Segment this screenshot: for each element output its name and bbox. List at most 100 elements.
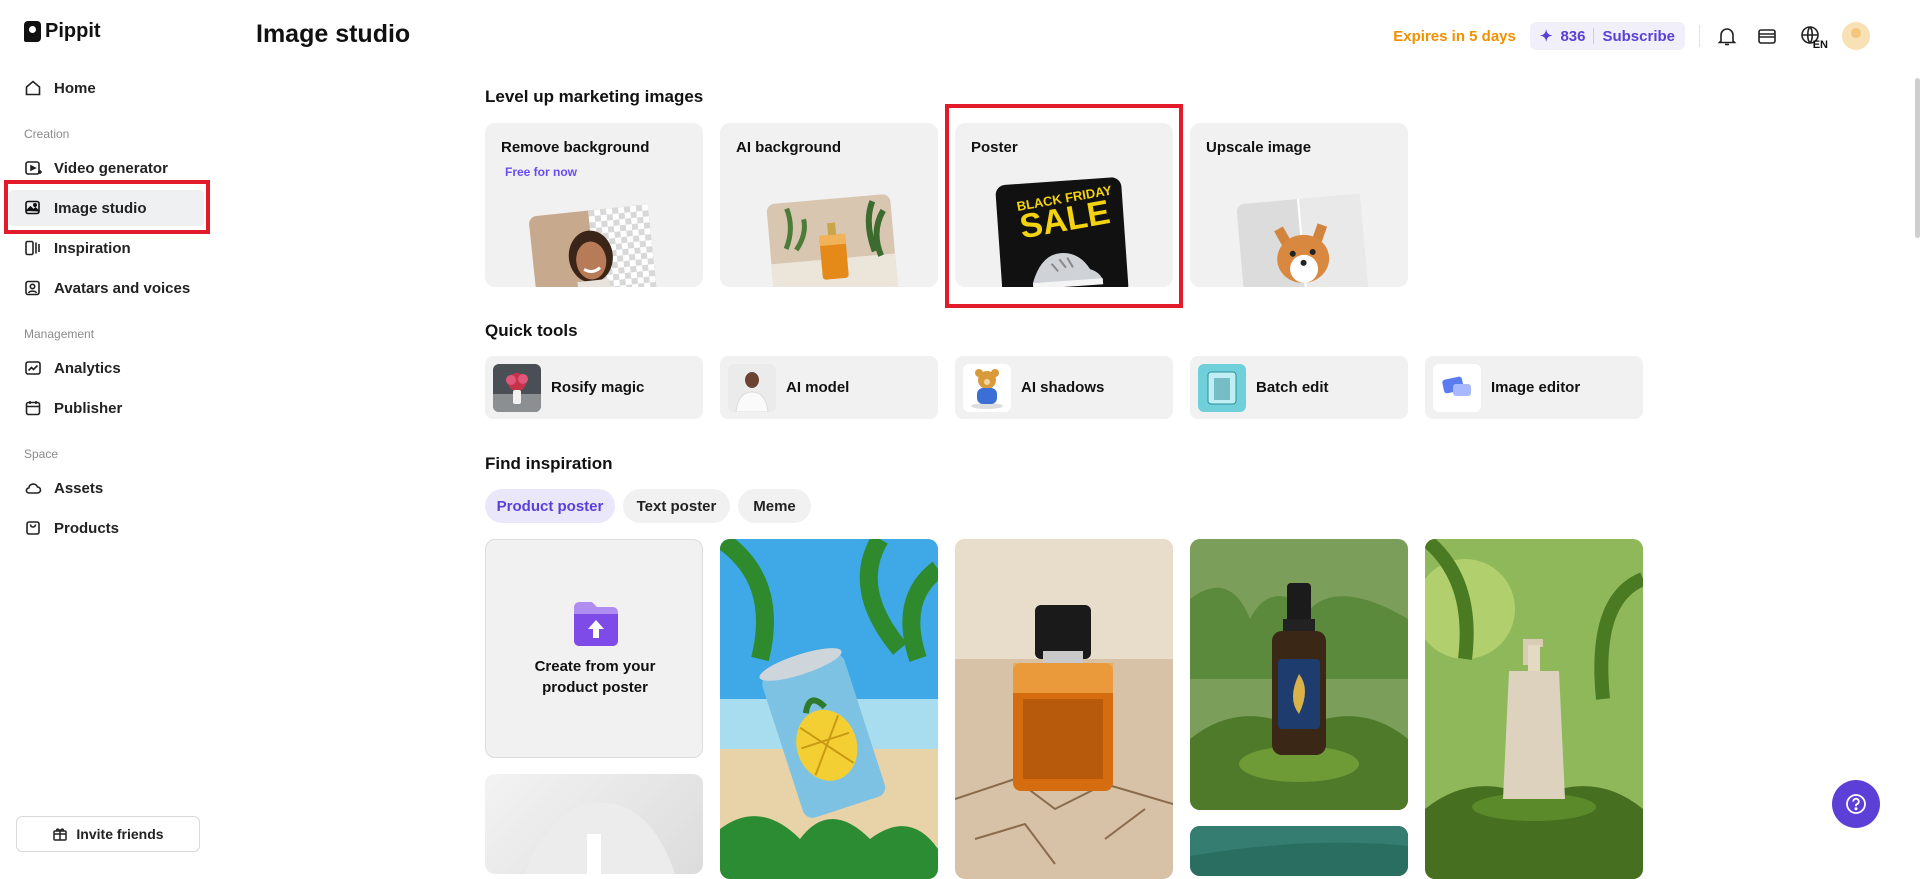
remove-background-preview-image — [529, 204, 658, 287]
tool-label: Rosify magic — [551, 379, 645, 396]
section-title-marketing: Level up marketing images — [485, 87, 704, 106]
calendar-icon — [24, 399, 42, 417]
home-icon — [24, 79, 42, 97]
sidebar-item-label: Video generator — [54, 159, 168, 177]
sidebar-item-home[interactable]: Home — [24, 70, 204, 106]
gift-icon — [52, 826, 68, 842]
sidebar-item-label: Inspiration — [54, 239, 131, 257]
gallery-image — [525, 802, 675, 874]
user-avatar[interactable] — [1842, 22, 1870, 50]
card-upscale-image[interactable]: Upscale image — [1190, 123, 1408, 287]
section-label-space: Space — [24, 447, 59, 461]
tool-label: Image editor — [1491, 379, 1581, 396]
gallery-image — [1425, 539, 1643, 879]
help-button[interactable] — [1832, 780, 1880, 828]
tool-rosify-magic[interactable]: Rosify magic — [485, 356, 703, 419]
section-title-quick-tools: Quick tools — [485, 321, 578, 340]
trial-expires-label[interactable]: Expires in 5 days — [1393, 28, 1516, 45]
sidebar-item-label: Avatars and voices — [54, 279, 191, 297]
video-plus-icon — [24, 159, 42, 177]
upscale-preview-image — [1236, 193, 1370, 287]
tool-ai-shadows[interactable]: AI shadows — [955, 356, 1173, 419]
tool-label: AI model — [786, 379, 850, 396]
card-title: Remove background — [501, 139, 650, 156]
sidebar-item-products[interactable]: Products — [24, 510, 204, 546]
folder-upload-icon — [574, 602, 618, 646]
sidebar-item-inspiration[interactable]: Inspiration — [24, 230, 204, 266]
language-code: EN — [1812, 39, 1828, 51]
sneaker-image — [1032, 253, 1104, 287]
gallery-item-dropper-bottle[interactable] — [1190, 539, 1408, 810]
credits-count: 836 — [1560, 27, 1586, 45]
gallery-image — [955, 539, 1173, 879]
sidebar: Pippit Home Creation Video generator Ima… — [0, 0, 214, 862]
tool-batch-edit[interactable]: Batch edit — [1190, 356, 1408, 419]
sidebar-item-label: Products — [54, 519, 120, 537]
card-ai-background[interactable]: AI background — [720, 123, 938, 287]
sidebar-item-assets[interactable]: Assets — [24, 470, 204, 506]
invite-friends-label: Invite friends — [76, 826, 164, 842]
page-title: Image studio — [256, 20, 411, 48]
divider — [1699, 25, 1700, 47]
gallery-image — [720, 539, 938, 879]
product-box-icon — [24, 519, 42, 537]
gallery-image — [1190, 826, 1408, 876]
tool-ai-model[interactable]: AI model — [720, 356, 938, 419]
page-scrollbar[interactable] — [1915, 78, 1920, 238]
top-right-actions: Expires in 5 days ✦ 836 Subscribe EN — [1393, 22, 1870, 51]
pippit-logo-icon — [24, 21, 41, 42]
chip-text-poster[interactable]: Text poster — [623, 489, 730, 523]
inspiration-icon — [24, 239, 42, 257]
analytics-icon — [24, 359, 42, 377]
cloud-icon — [24, 479, 42, 497]
ai-background-preview-image — [766, 194, 900, 287]
card-title: Poster — [971, 139, 1018, 156]
globe-language-icon[interactable]: EN — [1794, 23, 1828, 51]
sidebar-item-avatars-and-voices[interactable]: Avatars and voices — [24, 270, 204, 306]
card-title: AI background — [736, 139, 842, 156]
avatar-voice-icon — [24, 279, 42, 297]
gallery-item-pump-bottle[interactable] — [1425, 539, 1643, 879]
rosify-magic-thumbnail — [493, 363, 541, 412]
card-poster[interactable]: Poster BLACK FRIDAY SALE — [955, 123, 1173, 287]
sidebar-item-label: Assets — [54, 479, 104, 497]
ai-model-thumbnail — [728, 363, 776, 412]
chip-product-poster[interactable]: Product poster — [485, 489, 615, 523]
question-circle-icon — [1846, 794, 1866, 814]
gallery-image — [1190, 539, 1408, 810]
bell-icon[interactable] — [1714, 23, 1740, 49]
card-title: Upscale image — [1206, 139, 1312, 156]
gallery-item-teal-poster[interactable] — [1190, 826, 1408, 876]
sidebar-item-analytics[interactable]: Analytics — [24, 350, 204, 386]
sparkle-icon: ✦ — [1539, 28, 1553, 45]
image-editor-thumbnail — [1433, 363, 1481, 412]
poster-preview-image: BLACK FRIDAY SALE — [995, 176, 1129, 287]
credits-subscribe-box[interactable]: ✦ 836 Subscribe — [1529, 22, 1685, 50]
sidebar-item-label: Publisher — [54, 399, 123, 417]
ai-shadows-thumbnail — [963, 363, 1011, 412]
tool-label: Batch edit — [1256, 379, 1329, 396]
wallet-icon[interactable] — [1754, 23, 1780, 49]
sidebar-item-video-generator[interactable]: Video generator — [24, 150, 204, 186]
create-from-product-poster-card[interactable]: Create from your product poster — [485, 539, 703, 758]
chip-meme[interactable]: Meme — [738, 489, 811, 523]
app-logo[interactable]: Pippit — [24, 20, 101, 43]
gallery-item-amber-perfume[interactable] — [955, 539, 1173, 879]
create-from-product-poster-label: Create from your product poster — [534, 658, 656, 696]
divider — [1593, 28, 1595, 44]
tool-image-editor[interactable]: Image editor — [1425, 356, 1643, 419]
sidebar-item-label: Home — [54, 79, 96, 97]
subscribe-button[interactable]: Subscribe — [1602, 28, 1675, 45]
batch-edit-thumbnail — [1198, 363, 1246, 412]
card-remove-background[interactable]: Remove background Free for now — [485, 123, 703, 287]
gallery-item-pineapple-can[interactable] — [720, 539, 938, 879]
sidebar-item-publisher[interactable]: Publisher — [24, 390, 204, 426]
section-label-creation: Creation — [24, 127, 70, 141]
invite-friends-button[interactable]: Invite friends — [16, 816, 200, 852]
section-label-management: Management — [24, 327, 95, 341]
sidebar-item-image-studio[interactable]: Image studio — [9, 190, 204, 226]
gallery-item-white-bottle[interactable] — [485, 774, 703, 874]
free-badge: Free for now — [501, 163, 582, 181]
sidebar-item-label: Image studio — [54, 199, 147, 217]
image-plus-icon — [24, 199, 42, 217]
